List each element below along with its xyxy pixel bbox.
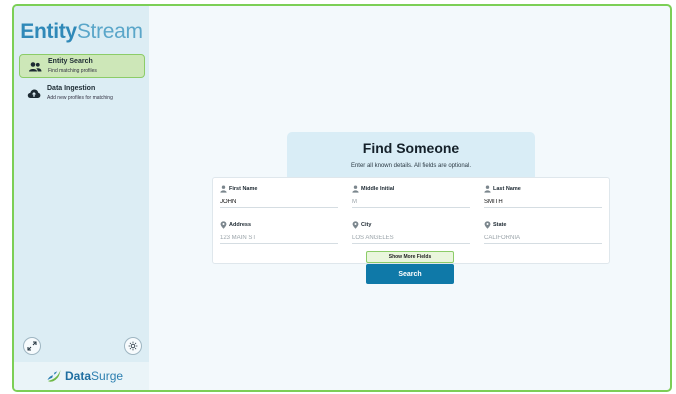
last-name-input[interactable] bbox=[484, 197, 602, 208]
address-input[interactable] bbox=[220, 233, 338, 244]
cloud-upload-icon bbox=[27, 89, 41, 98]
expand-button[interactable] bbox=[23, 337, 41, 355]
sidebar-item-description: Find matching profiles bbox=[48, 68, 97, 74]
person-icon bbox=[352, 185, 359, 193]
location-pin-icon bbox=[484, 221, 491, 229]
page-subtitle: Enter all known details. All fields are … bbox=[350, 163, 472, 169]
middle-initial-field: Middle Initial bbox=[352, 185, 470, 210]
app-logo: EntityStream bbox=[20, 20, 143, 43]
people-icon bbox=[29, 62, 42, 72]
datasurge-logo-icon bbox=[47, 370, 61, 382]
middle-initial-input[interactable] bbox=[352, 197, 470, 208]
app-window: EntityStream Entity Search Find matching… bbox=[12, 4, 672, 392]
city-input[interactable] bbox=[352, 233, 470, 244]
sidebar-item-label: Data Ingestion bbox=[47, 85, 96, 92]
location-pin-icon bbox=[352, 221, 359, 229]
first-name-input[interactable] bbox=[220, 197, 338, 208]
show-more-fields-button[interactable]: Show More Fields bbox=[366, 251, 454, 263]
search-header: Find Someone Enter all known details. Al… bbox=[287, 132, 535, 178]
first-name-field: First Name bbox=[220, 185, 338, 210]
sidebar-item-label: Entity Search bbox=[48, 58, 93, 65]
sidebar-item-description: Add new profiles for matching bbox=[47, 95, 113, 101]
city-field: City bbox=[352, 221, 470, 246]
address-field: Address bbox=[220, 221, 338, 246]
page-title: Find Someone bbox=[362, 140, 460, 156]
search-button[interactable]: Search bbox=[366, 264, 454, 284]
sidebar-item-entity-search[interactable]: Entity Search Find matching profiles bbox=[19, 54, 145, 78]
sun-icon bbox=[128, 341, 138, 351]
state-field: State bbox=[484, 221, 602, 246]
expand-icon bbox=[27, 341, 37, 351]
sidebar-item-data-ingestion[interactable]: Data Ingestion Add new profiles for matc… bbox=[19, 82, 145, 106]
last-name-field: Last Name bbox=[484, 185, 602, 210]
sidebar: EntityStream Entity Search Find matching… bbox=[14, 6, 149, 390]
brand-footer: DataSurge bbox=[14, 362, 149, 390]
state-input[interactable] bbox=[484, 233, 602, 244]
person-icon bbox=[484, 185, 491, 193]
main-content: Find Someone Enter all known details. Al… bbox=[149, 6, 670, 390]
theme-toggle-button[interactable] bbox=[124, 337, 142, 355]
location-pin-icon bbox=[220, 221, 227, 229]
person-icon bbox=[220, 185, 227, 193]
